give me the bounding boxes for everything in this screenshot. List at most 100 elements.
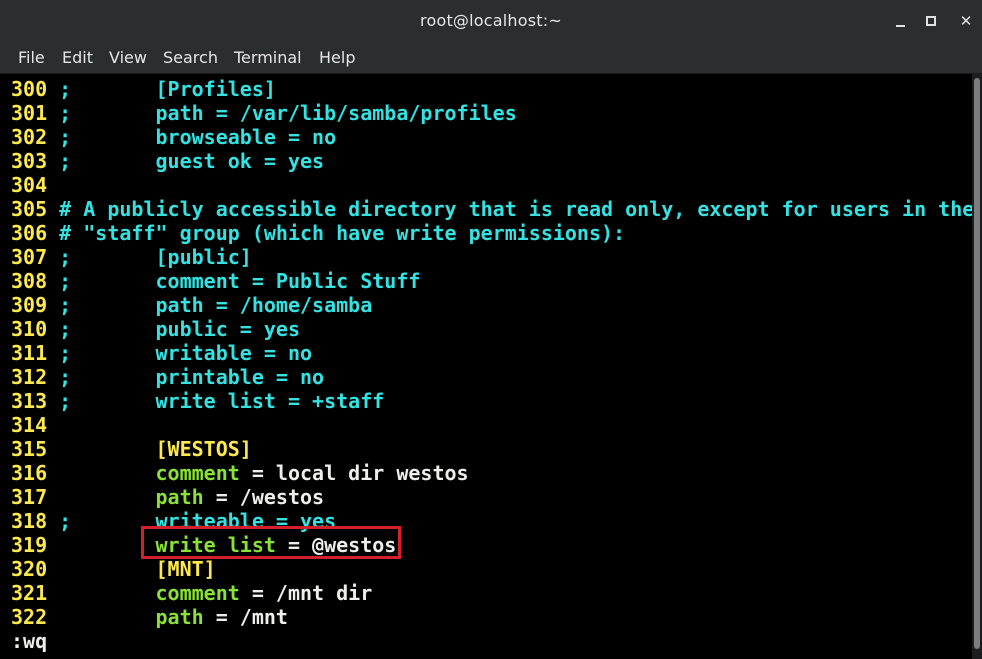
config-key: comment <box>155 581 240 605</box>
line-number: 305 <box>11 197 48 221</box>
comment-marker: ; <box>59 101 72 125</box>
menu-edit[interactable]: Edit <box>62 48 93 67</box>
minimize-button[interactable] <box>890 11 910 31</box>
comment-marker: ; <box>59 293 72 317</box>
terminal-content[interactable]: 300 ; [Profiles] 301 ; path = /var/lib/s… <box>0 74 972 659</box>
line-number: 308 <box>11 269 48 293</box>
comment-marker: ; <box>59 149 72 173</box>
line-text: [Profiles] <box>155 77 276 101</box>
scrollbar[interactable] <box>972 74 982 659</box>
line-number: 303 <box>11 149 48 173</box>
title-bar[interactable]: root@localhost:~ ✕ <box>0 0 982 42</box>
comment-marker: ; <box>59 125 72 149</box>
line-text: path = /home/samba <box>155 293 373 317</box>
config-key: comment <box>155 461 240 485</box>
command-line[interactable]: :wq <box>11 629 47 653</box>
config-value: = /mnt dir <box>239 581 373 605</box>
editor-line: 312 ; printable = no <box>11 365 324 389</box>
terminal-window: root@localhost:~ ✕ File Edit View Search… <box>0 0 982 659</box>
config-value: = /mnt <box>203 605 288 629</box>
editor-line: 304 <box>11 173 47 197</box>
line-number: 301 <box>11 101 48 125</box>
line-number: 312 <box>11 365 48 389</box>
line-number: 314 <box>11 413 48 437</box>
editor-line: 302 ; browseable = no <box>11 125 336 149</box>
menu-view[interactable]: View <box>109 48 147 67</box>
comment-marker: ; <box>59 245 72 269</box>
line-text: browseable = no <box>155 125 337 149</box>
line-number: 302 <box>11 125 48 149</box>
editor-line: 317 path = /westos <box>11 485 324 509</box>
menu-bar: File Edit View Search Terminal Help <box>0 42 982 74</box>
comment-marker: ; <box>59 365 72 389</box>
editor-line: 316 comment = local dir westos <box>11 461 469 485</box>
line-number: 304 <box>11 173 48 197</box>
line-number: 309 <box>11 293 48 317</box>
line-number: 300 <box>11 77 48 101</box>
editor-line: 307 ; [public] <box>11 245 252 269</box>
scrollbar-thumb[interactable] <box>974 78 980 649</box>
line-text: printable = no <box>155 365 325 389</box>
line-text: public = yes <box>155 317 301 341</box>
menu-file[interactable]: File <box>18 48 45 67</box>
comment-marker: ; <box>59 389 72 413</box>
section-header: [MNT] <box>155 557 216 581</box>
line-number: 317 <box>11 485 48 509</box>
window-title: root@localhost:~ <box>420 11 562 30</box>
line-number: 319 <box>11 533 48 557</box>
editor-line: 310 ; public = yes <box>11 317 300 341</box>
section-header: [WESTOS] <box>155 437 252 461</box>
highlight-box <box>141 526 401 559</box>
line-number: 316 <box>11 461 48 485</box>
menu-help[interactable]: Help <box>319 48 355 67</box>
editor-line: 321 comment = /mnt dir <box>11 581 372 605</box>
menu-terminal[interactable]: Terminal <box>234 48 302 67</box>
config-key: path <box>155 485 204 509</box>
line-text: comment = Public Stuff <box>155 269 421 293</box>
config-value: = /westos <box>203 485 325 509</box>
editor-line: 306 # "staff" group (which have write pe… <box>11 221 625 245</box>
line-number: 311 <box>11 341 48 365</box>
editor-line: 311 ; writable = no <box>11 341 312 365</box>
comment-marker: ; <box>59 77 72 101</box>
config-value: = local dir westos <box>239 461 469 485</box>
line-number: 306 <box>11 221 48 245</box>
maximize-icon <box>926 16 936 26</box>
line-text: write list = +staff <box>155 389 385 413</box>
comment-marker: ; <box>59 509 72 533</box>
editor-line: 314 <box>11 413 47 437</box>
close-icon: ✕ <box>959 12 973 30</box>
line-number: 313 <box>11 389 48 413</box>
editor-line: 309 ; path = /home/samba <box>11 293 372 317</box>
editor-line: 322 path = /mnt <box>11 605 288 629</box>
line-text: path = /var/lib/samba/profiles <box>155 101 517 125</box>
comment-marker: ; <box>59 317 72 341</box>
editor-line: 313 ; write list = +staff <box>11 389 384 413</box>
comment-marker: ; <box>59 269 72 293</box>
editor-line: 315 [WESTOS] <box>11 437 252 461</box>
close-button[interactable]: ✕ <box>956 11 976 31</box>
line-text: # A publicly accessible directory that i… <box>59 197 972 221</box>
editor-line: 301 ; path = /var/lib/samba/profiles <box>11 101 517 125</box>
editor-line: 305 # A publicly accessible directory th… <box>11 197 972 221</box>
line-number: 318 <box>11 509 48 533</box>
config-key: path <box>155 605 204 629</box>
editor-line: 300 ; [Profiles] <box>11 77 276 101</box>
line-text: # "staff" group (which have write permis… <box>59 221 626 245</box>
menu-search[interactable]: Search <box>163 48 218 67</box>
editor-line: 303 ; guest ok = yes <box>11 149 324 173</box>
line-number: 320 <box>11 557 48 581</box>
line-number: 322 <box>11 605 48 629</box>
editor-line: 308 ; comment = Public Stuff <box>11 269 420 293</box>
line-number: 310 <box>11 317 48 341</box>
vim-command: :wq <box>11 629 48 653</box>
line-text: writable = no <box>155 341 313 365</box>
maximize-button[interactable] <box>921 11 941 31</box>
line-number: 307 <box>11 245 48 269</box>
comment-marker: ; <box>59 341 72 365</box>
line-text: guest ok = yes <box>155 149 325 173</box>
editor-line: 320 [MNT] <box>11 557 216 581</box>
line-number: 321 <box>11 581 48 605</box>
line-number: 315 <box>11 437 48 461</box>
minimize-icon <box>895 25 905 27</box>
